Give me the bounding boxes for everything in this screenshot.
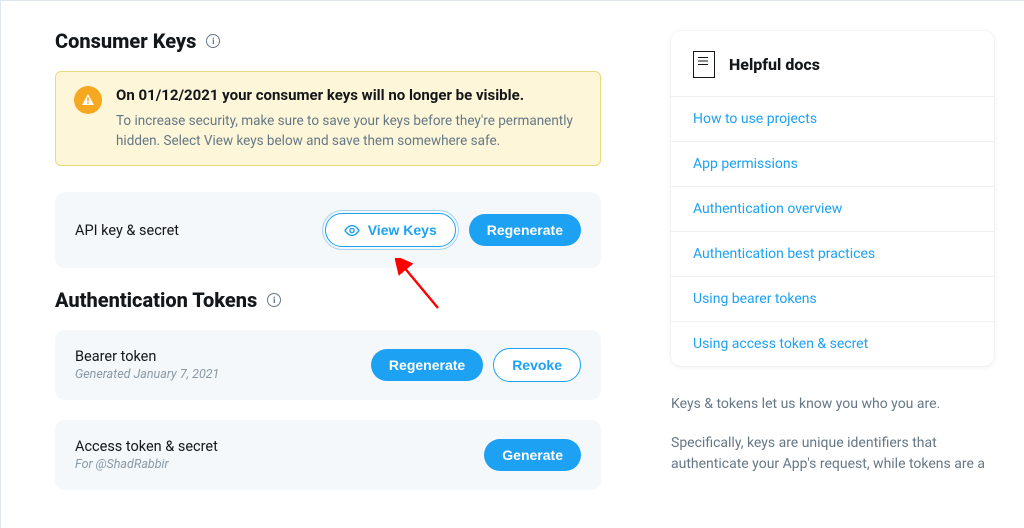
sidebar-intro-2: Specifically, keys are unique identifier… bbox=[671, 433, 994, 475]
doc-link-auth-best[interactable]: Authentication best practices bbox=[671, 231, 994, 276]
regenerate-api-label: Regenerate bbox=[487, 222, 563, 238]
bearer-token-label: Bearer token bbox=[75, 348, 219, 365]
doc-link-auth-overview[interactable]: Authentication overview bbox=[671, 186, 994, 231]
consumer-keys-heading: Consumer Keys i bbox=[55, 29, 601, 53]
page-container: Consumer Keys i On 01/12/2021 your consu… bbox=[0, 0, 1024, 528]
helpful-docs-title: Helpful docs bbox=[729, 55, 820, 74]
access-token-sub: For @ShadRabbir bbox=[75, 457, 218, 472]
revoke-bearer-button[interactable]: Revoke bbox=[493, 348, 581, 382]
main-column: Consumer Keys i On 01/12/2021 your consu… bbox=[1, 1, 621, 528]
view-keys-highlight: View Keys bbox=[322, 210, 459, 250]
helpful-docs-header: Helpful docs bbox=[671, 31, 994, 96]
revoke-bearer-label: Revoke bbox=[512, 357, 562, 373]
generate-access-label: Generate bbox=[502, 447, 563, 463]
doc-link-projects[interactable]: How to use projects bbox=[671, 96, 994, 141]
doc-link-permissions[interactable]: App permissions bbox=[671, 141, 994, 186]
alert-title: On 01/12/2021 your consumer keys will no… bbox=[116, 86, 582, 104]
alert-body: On 01/12/2021 your consumer keys will no… bbox=[116, 86, 582, 151]
view-keys-button[interactable]: View Keys bbox=[325, 213, 456, 247]
info-icon[interactable]: i bbox=[206, 34, 220, 48]
alert-text: To increase security, make sure to save … bbox=[116, 112, 582, 151]
api-key-card: API key & secret View Keys bbox=[55, 192, 601, 268]
warning-icon bbox=[74, 86, 102, 114]
helpful-docs-card: Helpful docs How to use projects App per… bbox=[671, 31, 994, 366]
sidebar-column: Helpful docs How to use projects App per… bbox=[621, 1, 1024, 528]
doc-link-access[interactable]: Using access token & secret bbox=[671, 321, 994, 366]
api-key-label: API key & secret bbox=[75, 222, 179, 239]
access-token-label: Access token & secret bbox=[75, 438, 218, 455]
bearer-token-sub: Generated January 7, 2021 bbox=[75, 367, 219, 382]
regenerate-bearer-button[interactable]: Regenerate bbox=[371, 349, 483, 381]
doc-link-bearer[interactable]: Using bearer tokens bbox=[671, 276, 994, 321]
view-keys-label: View Keys bbox=[368, 222, 437, 238]
regenerate-api-button[interactable]: Regenerate bbox=[469, 214, 581, 246]
sidebar-intro-1: Keys & tokens let us know you who you ar… bbox=[671, 394, 994, 415]
eye-icon bbox=[344, 225, 360, 236]
generate-access-button[interactable]: Generate bbox=[484, 439, 581, 471]
document-icon bbox=[693, 51, 715, 78]
auth-tokens-heading: Authentication Tokens i bbox=[55, 288, 601, 312]
info-icon[interactable]: i bbox=[267, 293, 281, 307]
access-token-card: Access token & secret For @ShadRabbir Ge… bbox=[55, 420, 601, 490]
regenerate-bearer-label: Regenerate bbox=[389, 357, 465, 373]
auth-tokens-heading-text: Authentication Tokens bbox=[55, 288, 257, 312]
warning-alert: On 01/12/2021 your consumer keys will no… bbox=[55, 71, 601, 166]
consumer-keys-heading-text: Consumer Keys bbox=[55, 29, 196, 53]
bearer-token-card: Bearer token Generated January 7, 2021 R… bbox=[55, 330, 601, 400]
